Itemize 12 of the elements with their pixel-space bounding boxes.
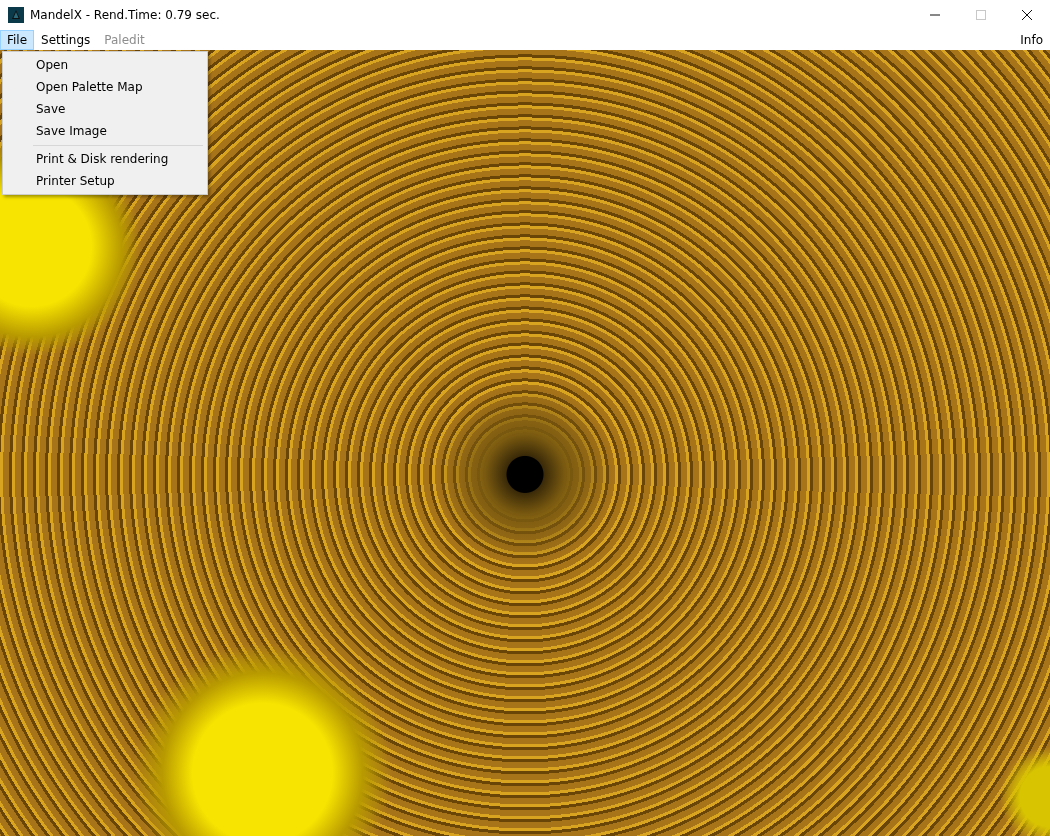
maximize-icon [976, 10, 986, 20]
info-menu[interactable]: Info [1013, 30, 1050, 50]
menu-option[interactable]: Open Palette Map [3, 76, 207, 98]
app-icon [8, 7, 24, 23]
menu-item[interactable]: File [0, 30, 35, 50]
menu-item[interactable]: Settings [34, 30, 98, 50]
menu-option[interactable]: Printer Setup [3, 170, 207, 192]
window-title: MandelX - Rend.Time: 0.79 sec. [30, 8, 220, 22]
menu-option[interactable]: Save Image [3, 120, 207, 142]
menu-option[interactable]: Open [3, 54, 207, 76]
close-icon [1022, 10, 1032, 20]
menu-option[interactable]: Save [3, 98, 207, 120]
